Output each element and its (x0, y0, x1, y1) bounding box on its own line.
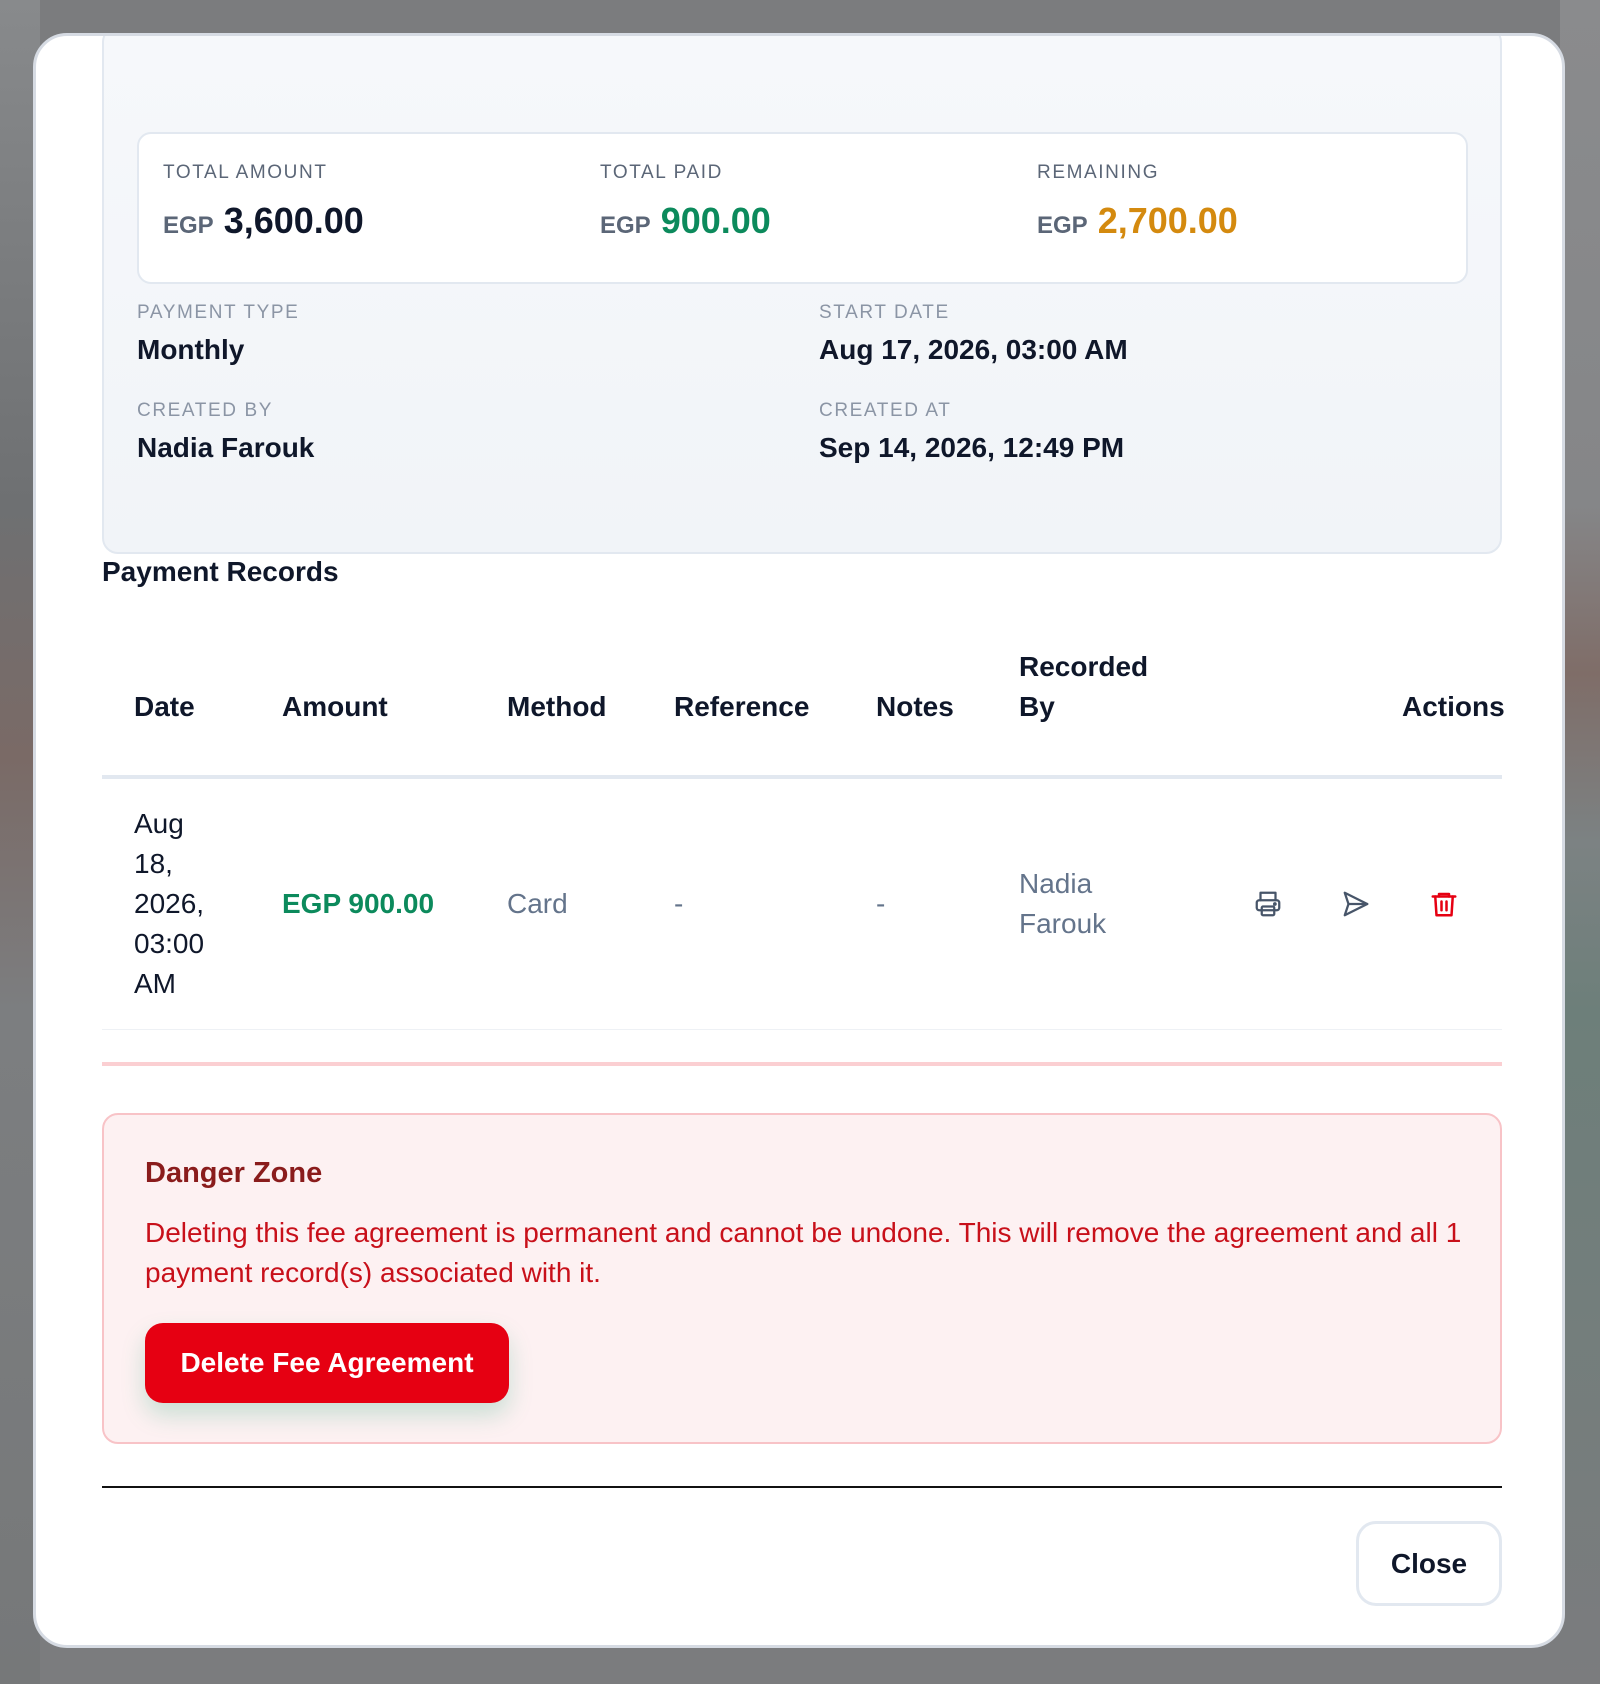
table-row: Aug 18, 2026, 03:00 AM EGP 900.00 Card -… (102, 779, 1502, 1030)
column-header-notes: Notes (876, 691, 954, 722)
total-paid-label: TOTAL PAID (600, 162, 723, 183)
send-icon (1343, 891, 1369, 917)
column-header-amount: Amount (282, 691, 388, 722)
currency-label: EGP (600, 212, 651, 239)
created-at-value: Sep 14, 2026, 12:49 PM (819, 432, 1125, 463)
payment-amount-cell: EGP 900.00 (282, 888, 435, 919)
payment-notes-cell: - (876, 888, 886, 919)
currency-label: EGP (163, 212, 214, 239)
payment-type-value: Monthly (137, 334, 245, 365)
table-header: Date Amount Method Reference Notes Recor… (102, 641, 1505, 779)
start-date-label: START DATE (819, 302, 950, 323)
send-receipt-button[interactable] (1336, 884, 1376, 924)
created-by-value: Nadia Farouk (137, 432, 315, 463)
danger-zone-title: Danger Zone (145, 1157, 323, 1189)
created-by-field: CREATED BY Nadia Farouk (137, 400, 314, 464)
column-header-recorded-by: Recorded By (1019, 651, 1149, 722)
payment-date-cell: Aug 18, 2026, 03:00 AM (134, 808, 205, 999)
footer-divider (102, 1486, 1502, 1488)
total-amount-block: TOTAL AMOUNT EGP 3,600.00 (163, 162, 364, 242)
total-amount-value: 3,600.00 (223, 200, 364, 241)
remaining-block: REMAINING EGP 2,700.00 (1037, 162, 1238, 242)
created-at-field: CREATED AT Sep 14, 2026, 12:49 PM (819, 400, 1124, 464)
payment-records-title: Payment Records (102, 556, 339, 587)
fee-agreement-modal: TOTAL AMOUNT EGP 3,600.00 TOTAL PAID EGP… (33, 33, 1565, 1648)
column-header-actions: Actions (1402, 691, 1505, 722)
created-at-label: CREATED AT (819, 400, 952, 421)
payment-type-field: PAYMENT TYPE Monthly (137, 302, 299, 366)
printer-icon (1255, 891, 1281, 917)
danger-zone: Danger Zone Deleting this fee agreement … (102, 1113, 1502, 1444)
created-by-label: CREATED BY (137, 400, 274, 421)
delete-payment-button[interactable] (1424, 884, 1464, 924)
trash-icon (1431, 892, 1457, 917)
remaining-value: 2,700.00 (1097, 200, 1238, 241)
payment-recorded-by-cell: Nadia Farouk (1019, 868, 1107, 939)
remaining-label: REMAINING (1037, 162, 1160, 183)
delete-fee-agreement-button[interactable]: Delete Fee Agreement (145, 1323, 509, 1403)
agreement-summary-panel: TOTAL AMOUNT EGP 3,600.00 TOTAL PAID EGP… (102, 36, 1502, 554)
column-header-method: Method (507, 691, 607, 722)
payment-reference-cell: - (674, 888, 684, 919)
payment-records-table: Date Amount Method Reference Notes Recor… (102, 641, 1505, 1030)
payment-method-cell: Card (507, 888, 568, 919)
payment-type-label: PAYMENT TYPE (137, 302, 300, 323)
backdrop[interactable] (1560, 0, 1600, 1684)
start-date-field: START DATE Aug 17, 2026, 03:00 AM (819, 302, 1128, 366)
totals-card: TOTAL AMOUNT EGP 3,600.00 TOTAL PAID EGP… (137, 132, 1468, 284)
close-button[interactable]: Close (1356, 1521, 1502, 1606)
print-receipt-button[interactable] (1248, 884, 1288, 924)
danger-divider (102, 1062, 1502, 1066)
total-paid-block: TOTAL PAID EGP 900.00 (600, 162, 771, 242)
total-paid-value: 900.00 (660, 200, 771, 241)
column-header-reference: Reference (674, 691, 810, 722)
column-header-date: Date (134, 691, 195, 722)
total-amount-label: TOTAL AMOUNT (163, 162, 328, 183)
start-date-value: Aug 17, 2026, 03:00 AM (819, 334, 1128, 365)
danger-zone-warning: Deleting this fee agreement is permanent… (145, 1217, 1462, 1288)
currency-label: EGP (1037, 212, 1088, 239)
